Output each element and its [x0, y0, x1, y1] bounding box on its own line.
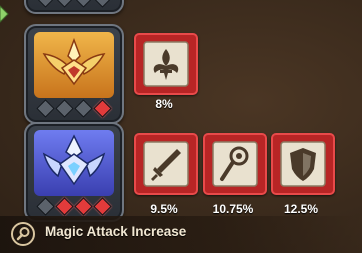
skill-frame-blue[interactable]	[24, 122, 124, 222]
tier-pip	[36, 0, 55, 8]
tier-pip	[74, 197, 93, 216]
tier-pip	[74, 0, 93, 8]
bonus-value: 8%	[155, 97, 173, 111]
bonus-value: 12.5%	[283, 202, 319, 216]
skill-frame-gold[interactable]	[24, 24, 124, 124]
sword-icon	[143, 141, 189, 187]
magnifier-icon[interactable]	[10, 221, 36, 247]
tier-pip	[93, 197, 112, 216]
bonus-box[interactable]	[271, 133, 335, 195]
tier-pips	[26, 197, 122, 216]
tier-pip	[93, 0, 112, 8]
tier-pip	[36, 99, 55, 118]
bonus-box[interactable]	[203, 133, 267, 195]
tier-pips	[26, 99, 122, 118]
magic-staff-icon	[212, 141, 258, 187]
shield-icon	[280, 141, 326, 187]
tier-pip	[55, 0, 74, 8]
skill-frame-partial[interactable]	[24, 0, 124, 14]
bonus-value: 10.75%	[212, 202, 254, 216]
blue-emblem-icon	[34, 130, 114, 196]
tier-pip	[36, 197, 55, 216]
bonus-box[interactable]	[134, 33, 198, 95]
tier-pip	[93, 99, 112, 118]
bonus-box[interactable]	[134, 133, 198, 195]
expand-arrow-icon[interactable]	[0, 4, 10, 24]
tier-pips	[26, 0, 122, 8]
tier-pip	[55, 197, 74, 216]
tier-pip	[55, 99, 74, 118]
gold-emblem-icon	[34, 32, 114, 98]
stat-label: Magic Attack Increase	[45, 224, 187, 239]
fleur-de-lis-icon	[143, 41, 189, 87]
tier-pip	[74, 99, 93, 118]
bonus-value: 9.5%	[150, 202, 178, 216]
